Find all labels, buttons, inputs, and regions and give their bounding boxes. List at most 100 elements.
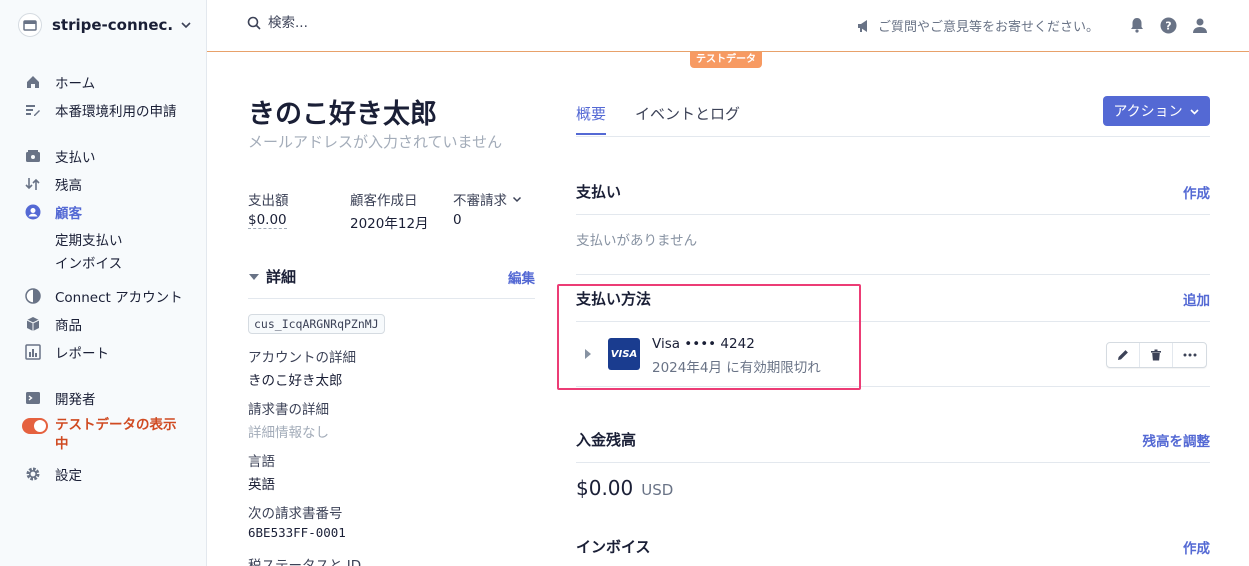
sidebar-item-label: Connect アカウント: [55, 290, 183, 306]
svg-text:?: ?: [1165, 19, 1171, 32]
balance-title: 入金残高: [576, 431, 637, 449]
account-switcher[interactable]: stripe-connec...: [18, 10, 198, 40]
sidebar-item-label: 顧客: [55, 206, 82, 222]
store-icon: [18, 13, 42, 37]
sidebar-item-label: レポート: [55, 346, 109, 362]
sidebar-item-label: 商品: [55, 318, 82, 334]
payment-method-actions: [1106, 342, 1207, 368]
megaphone-icon: [857, 19, 867, 32]
divider: [576, 274, 1210, 275]
detail-key: 税ステータスと ID: [248, 558, 362, 566]
pencil-icon: [1118, 350, 1128, 360]
detail-key: 次の請求書番号: [248, 506, 343, 522]
sidebar-item-customers[interactable]: 顧客: [24, 201, 82, 223]
tab-events-logs[interactable]: イベントとログ: [635, 103, 740, 133]
home-icon: [24, 73, 42, 91]
stat-label: 顧客作成日: [350, 193, 418, 209]
bar-chart-icon: [24, 343, 42, 361]
sidebar: stripe-connec... ホーム 本番環境利用の申請 支払い 残高 顧客…: [0, 0, 207, 566]
detail-value: 英語: [248, 477, 275, 493]
delete-card-button[interactable]: [1140, 343, 1173, 367]
sidebar-item-products[interactable]: 商品: [24, 313, 82, 335]
detail-key: アカウントの詳細: [248, 350, 356, 366]
detail-value: 詳細情報なし: [248, 425, 329, 441]
sidebar-item-settings[interactable]: 設定: [24, 463, 82, 485]
sidebar-item-developers[interactable]: 開発者: [24, 387, 96, 409]
transfer-arrows-icon: [24, 175, 42, 193]
tab-overview[interactable]: 概要: [576, 103, 607, 135]
customer-name: きのこ好き太郎: [248, 99, 437, 130]
sidebar-item-label: ホーム: [55, 76, 96, 92]
payments-empty-text: 支払いがありません: [576, 233, 698, 249]
create-invoice-link[interactable]: 作成: [1183, 537, 1210, 557]
terminal-icon: [24, 389, 42, 407]
stat-value: $0.00: [248, 212, 287, 229]
sidebar-item-home[interactable]: ホーム: [24, 71, 95, 93]
sidebar-item-label: 残高: [55, 178, 82, 194]
divider: [576, 462, 1210, 463]
detail-language: 言語 英語: [248, 450, 275, 493]
customer-email-missing: メールアドレスが入力されていません: [248, 133, 503, 151]
box-icon: [24, 315, 42, 333]
caret-down-icon[interactable]: [248, 271, 260, 283]
stat-value: 0: [453, 212, 462, 228]
adjust-balance-link[interactable]: 残高を調整: [1143, 430, 1211, 450]
edit-details-link[interactable]: 編集: [508, 267, 535, 287]
balance-currency: USD: [641, 481, 674, 499]
edit-card-button[interactable]: [1107, 343, 1140, 367]
stat-label: 支出額: [248, 193, 289, 209]
stat-label-row: 不審請求: [453, 189, 522, 209]
detail-value: 6BE533FF-0001: [248, 525, 346, 540]
chevron-down-icon: [512, 196, 522, 203]
connect-icon: [24, 287, 42, 305]
sidebar-item-payments[interactable]: 支払い: [24, 145, 96, 167]
chevron-down-icon: [181, 22, 191, 29]
sidebar-item-label: 本番環境利用の申請: [55, 104, 177, 120]
feedback-link[interactable]: ご質問やご意見等をお寄せください。: [857, 16, 1099, 35]
stat-created: 顧客作成日 2020年12月: [350, 189, 429, 232]
search-icon: [247, 16, 261, 30]
search-input[interactable]: [268, 15, 568, 31]
sidebar-item-label: 支払い: [55, 150, 96, 166]
detail-billing: 請求書の詳細 詳細情報なし: [248, 398, 329, 441]
actions-button[interactable]: アクション: [1103, 96, 1210, 126]
edit-list-icon: [24, 101, 42, 119]
top-header: ご質問やご意見等をお寄せください。 ? テストデータ: [207, 0, 1249, 68]
trash-icon: [1151, 349, 1161, 361]
detail-account: アカウントの詳細 きのこ好き太郎: [248, 346, 356, 389]
stat-label: 不審請求: [453, 193, 507, 209]
divider: [576, 214, 1210, 215]
invoices-title: インボイス: [576, 538, 651, 556]
detail-key: 言語: [248, 454, 275, 470]
detail-key: 請求書の詳細: [248, 402, 329, 418]
sidebar-item-activate[interactable]: 本番環境利用の申請: [24, 99, 177, 121]
sidebar-item-subscriptions[interactable]: 定期支払い: [55, 229, 123, 249]
detail-tax: 税ステータスと ID: [248, 554, 361, 566]
detail-value: きのこ好き太郎: [248, 373, 343, 389]
help-icon[interactable]: ?: [1158, 15, 1178, 35]
test-data-badge: テストデータ: [690, 52, 762, 68]
test-mode-toggle-row[interactable]: テストデータの表示中: [22, 416, 192, 454]
create-payment-link[interactable]: 作成: [1183, 182, 1210, 202]
customer-id[interactable]: cus_IcqARGNRqPZnMJ: [248, 314, 385, 334]
sidebar-item-label: 設定: [55, 468, 82, 484]
user-circle-icon: [24, 203, 42, 221]
add-payment-method-link[interactable]: 追加: [1183, 289, 1210, 309]
sidebar-item-invoices[interactable]: インボイス: [55, 252, 122, 272]
stat-spent: 支出額 $0.00: [248, 189, 289, 229]
divider: [248, 298, 535, 299]
actions-button-label: アクション: [1113, 104, 1183, 120]
search-box[interactable]: [247, 15, 568, 31]
bell-icon[interactable]: [1127, 15, 1147, 35]
test-mode-toggle[interactable]: [22, 418, 48, 434]
sidebar-item-reports[interactable]: レポート: [24, 341, 109, 363]
account-name: stripe-connec...: [52, 16, 174, 34]
details-header: 詳細 編集: [248, 266, 535, 287]
profile-icon[interactable]: [1190, 15, 1210, 35]
stat-value: 2020年12月: [350, 216, 429, 232]
stat-disputes[interactable]: 不審請求 0: [453, 189, 522, 228]
sidebar-item-balances[interactable]: 残高: [24, 173, 82, 195]
more-options-button[interactable]: [1173, 343, 1206, 367]
gear-icon: [24, 465, 42, 483]
sidebar-item-connect[interactable]: Connect アカウント: [24, 285, 183, 307]
